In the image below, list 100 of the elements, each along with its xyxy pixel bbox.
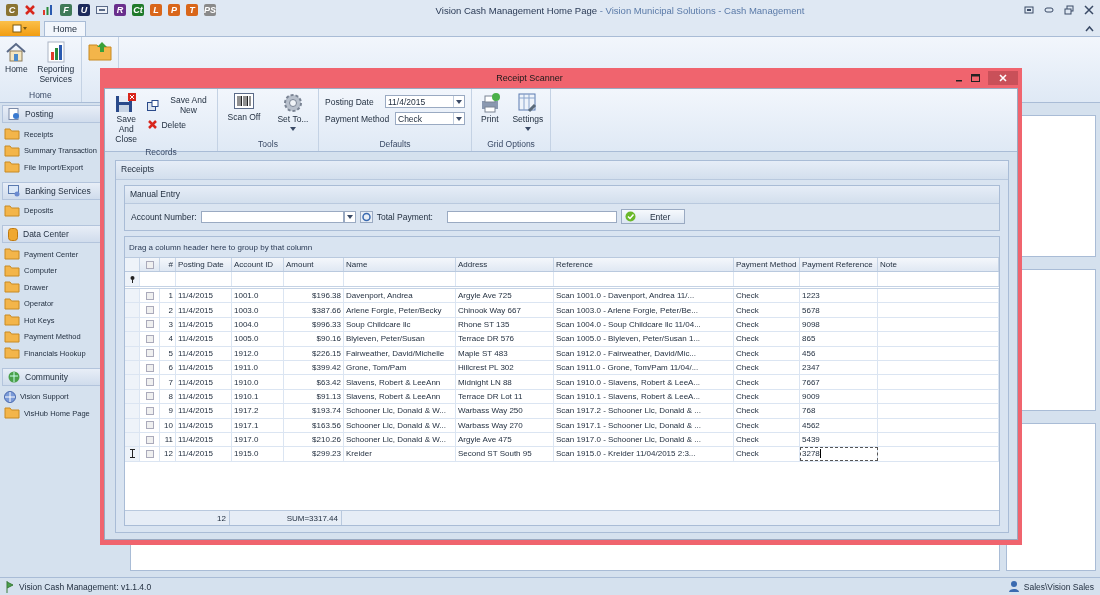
table-cell: Kreider <box>344 447 456 461</box>
table-cell: Terrace DR Lot 11 <box>456 389 554 404</box>
table-cell[interactable]: 4562 <box>800 418 878 432</box>
minimize-icon[interactable] <box>1044 7 1054 13</box>
folder-upload-icon[interactable] <box>87 41 112 61</box>
field-label: Payment Method <box>325 113 390 124</box>
close-icon[interactable] <box>1084 5 1094 15</box>
application-menu-button[interactable] <box>0 21 40 36</box>
table-cell[interactable]: 865 <box>800 332 878 346</box>
table-cell: Scan 1915.0 - Kreider 11/04/2015 2:3... <box>554 447 734 461</box>
column-header[interactable]: Posting Date <box>176 258 232 271</box>
group-by-panel[interactable]: Drag a column header here to group by that column <box>125 237 999 258</box>
bar-chart-icon[interactable] <box>42 4 54 16</box>
table-cell: Schooner Llc, Donald & W... <box>344 432 456 447</box>
monitor-icon <box>8 184 20 197</box>
column-header[interactable]: # <box>160 258 176 271</box>
table-cell: 1915.0 <box>232 447 284 461</box>
table-cell[interactable]: 9009 <box>800 389 878 404</box>
table-cell: 3 <box>160 317 176 332</box>
table-cell: Second ST South 95 <box>456 447 554 461</box>
checkbox[interactable] <box>145 450 154 458</box>
ribbon-button[interactable]: Reporting Services <box>32 39 79 89</box>
checkbox[interactable] <box>145 349 154 358</box>
table-cell: 7 <box>160 375 176 389</box>
table-cell[interactable]: 2347 <box>800 360 878 375</box>
ribbon-tab[interactable]: Home <box>44 21 86 36</box>
app-shortcut-icon[interactable]: T <box>186 4 198 16</box>
row-indicator[interactable] <box>125 447 140 461</box>
scan-off-button[interactable]: Scan Off <box>224 91 264 138</box>
table-cell[interactable]: 3278 <box>800 447 878 461</box>
table-cell[interactable]: 5439 <box>800 432 878 447</box>
table-cell[interactable]: 456 <box>800 346 878 360</box>
checkbox[interactable] <box>145 334 154 343</box>
collapse-ribbon-icon[interactable] <box>1085 25 1094 32</box>
ribbon-button[interactable]: Home <box>2 39 31 89</box>
maximize-icon[interactable] <box>971 74 980 82</box>
panel-title: Receipts <box>121 164 155 174</box>
checkbox[interactable] <box>145 320 154 329</box>
delete-icon <box>147 119 159 130</box>
filter-icon[interactable] <box>129 275 135 283</box>
app-shortcut-icon[interactable]: U <box>78 4 90 16</box>
checkbox[interactable] <box>145 392 154 401</box>
table-cell[interactable]: 5678 <box>800 303 878 317</box>
table-cell: $91.13 <box>284 389 344 404</box>
set-to-button[interactable]: Set To... <box>274 91 312 138</box>
column-header[interactable]: Note <box>878 258 999 271</box>
checkbox[interactable] <box>145 291 154 300</box>
settings-button[interactable]: Settings <box>509 91 547 138</box>
checkbox[interactable] <box>145 421 154 430</box>
checkbox[interactable] <box>145 435 154 444</box>
caret-icon <box>346 214 353 219</box>
column-header[interactable]: Account ID <box>232 258 284 271</box>
row-count: 12 <box>217 513 226 523</box>
close-icon[interactable] <box>24 4 36 16</box>
app-shortcut-icon[interactable]: L <box>150 4 162 16</box>
posting-date-dropdown[interactable]: 11/4/2015 <box>385 95 465 108</box>
table-cell[interactable]: 768 <box>800 404 878 418</box>
column-header[interactable]: Payment Method <box>734 258 800 271</box>
app-shortcut-icon[interactable]: Ct <box>132 4 144 16</box>
panel-icon[interactable] <box>96 5 108 15</box>
lookup-icon[interactable] <box>359 210 373 223</box>
account-number-field[interactable] <box>200 210 344 223</box>
app-shortcut-icon[interactable]: R <box>114 4 126 16</box>
table-cell: Hillcrest PL 302 <box>456 360 554 375</box>
folder-icon <box>4 281 20 294</box>
table-cell: Fairweather, David/Michelle <box>344 346 456 360</box>
delete-button[interactable]: Delete <box>147 119 215 130</box>
column-header[interactable]: Reference <box>554 258 734 271</box>
table-cell[interactable]: 9098 <box>800 317 878 332</box>
table-cell: 4 <box>160 332 176 346</box>
save-and-new-button[interactable]: Save And New <box>147 95 215 115</box>
column-header[interactable]: Name <box>344 258 456 271</box>
restore-icon[interactable] <box>1064 5 1074 15</box>
checkbox[interactable] <box>145 406 154 415</box>
enter-button[interactable]: Enter <box>620 209 685 224</box>
checkbox[interactable] <box>145 378 154 387</box>
table-cell: 11/4/2015 <box>176 346 232 360</box>
print-button[interactable]: Print <box>475 91 504 138</box>
app-shortcut-icon[interactable]: P <box>168 4 180 16</box>
checkbox[interactable] <box>145 260 154 269</box>
table-cell: Check <box>734 317 800 332</box>
column-header[interactable]: Payment Reference <box>800 258 878 271</box>
payment-method-dropdown[interactable]: Check <box>395 112 465 125</box>
table-cell: Argyle Ave 725 <box>456 289 554 303</box>
app-shortcut-icon[interactable]: C <box>6 4 18 16</box>
table-cell: Scan 1910.0 - Slavens, Robert & LeeA... <box>554 375 734 389</box>
checkbox[interactable] <box>145 306 154 315</box>
total-payment-field[interactable] <box>446 210 617 223</box>
fullscreen-icon[interactable] <box>1024 6 1034 14</box>
folder-icon <box>4 161 20 174</box>
app-shortcut-icon[interactable]: F <box>60 4 72 16</box>
close-button[interactable] <box>988 71 1018 85</box>
user-text: Sales\Vision Sales <box>1023 581 1094 592</box>
table-cell[interactable]: 1223 <box>800 289 878 303</box>
checkbox[interactable] <box>145 363 154 372</box>
column-header[interactable]: Address <box>456 258 554 271</box>
table-cell[interactable]: 7667 <box>800 375 878 389</box>
globe-icon <box>4 390 16 403</box>
table-cell: Check <box>734 346 800 360</box>
column-header[interactable]: Amount <box>284 258 344 271</box>
